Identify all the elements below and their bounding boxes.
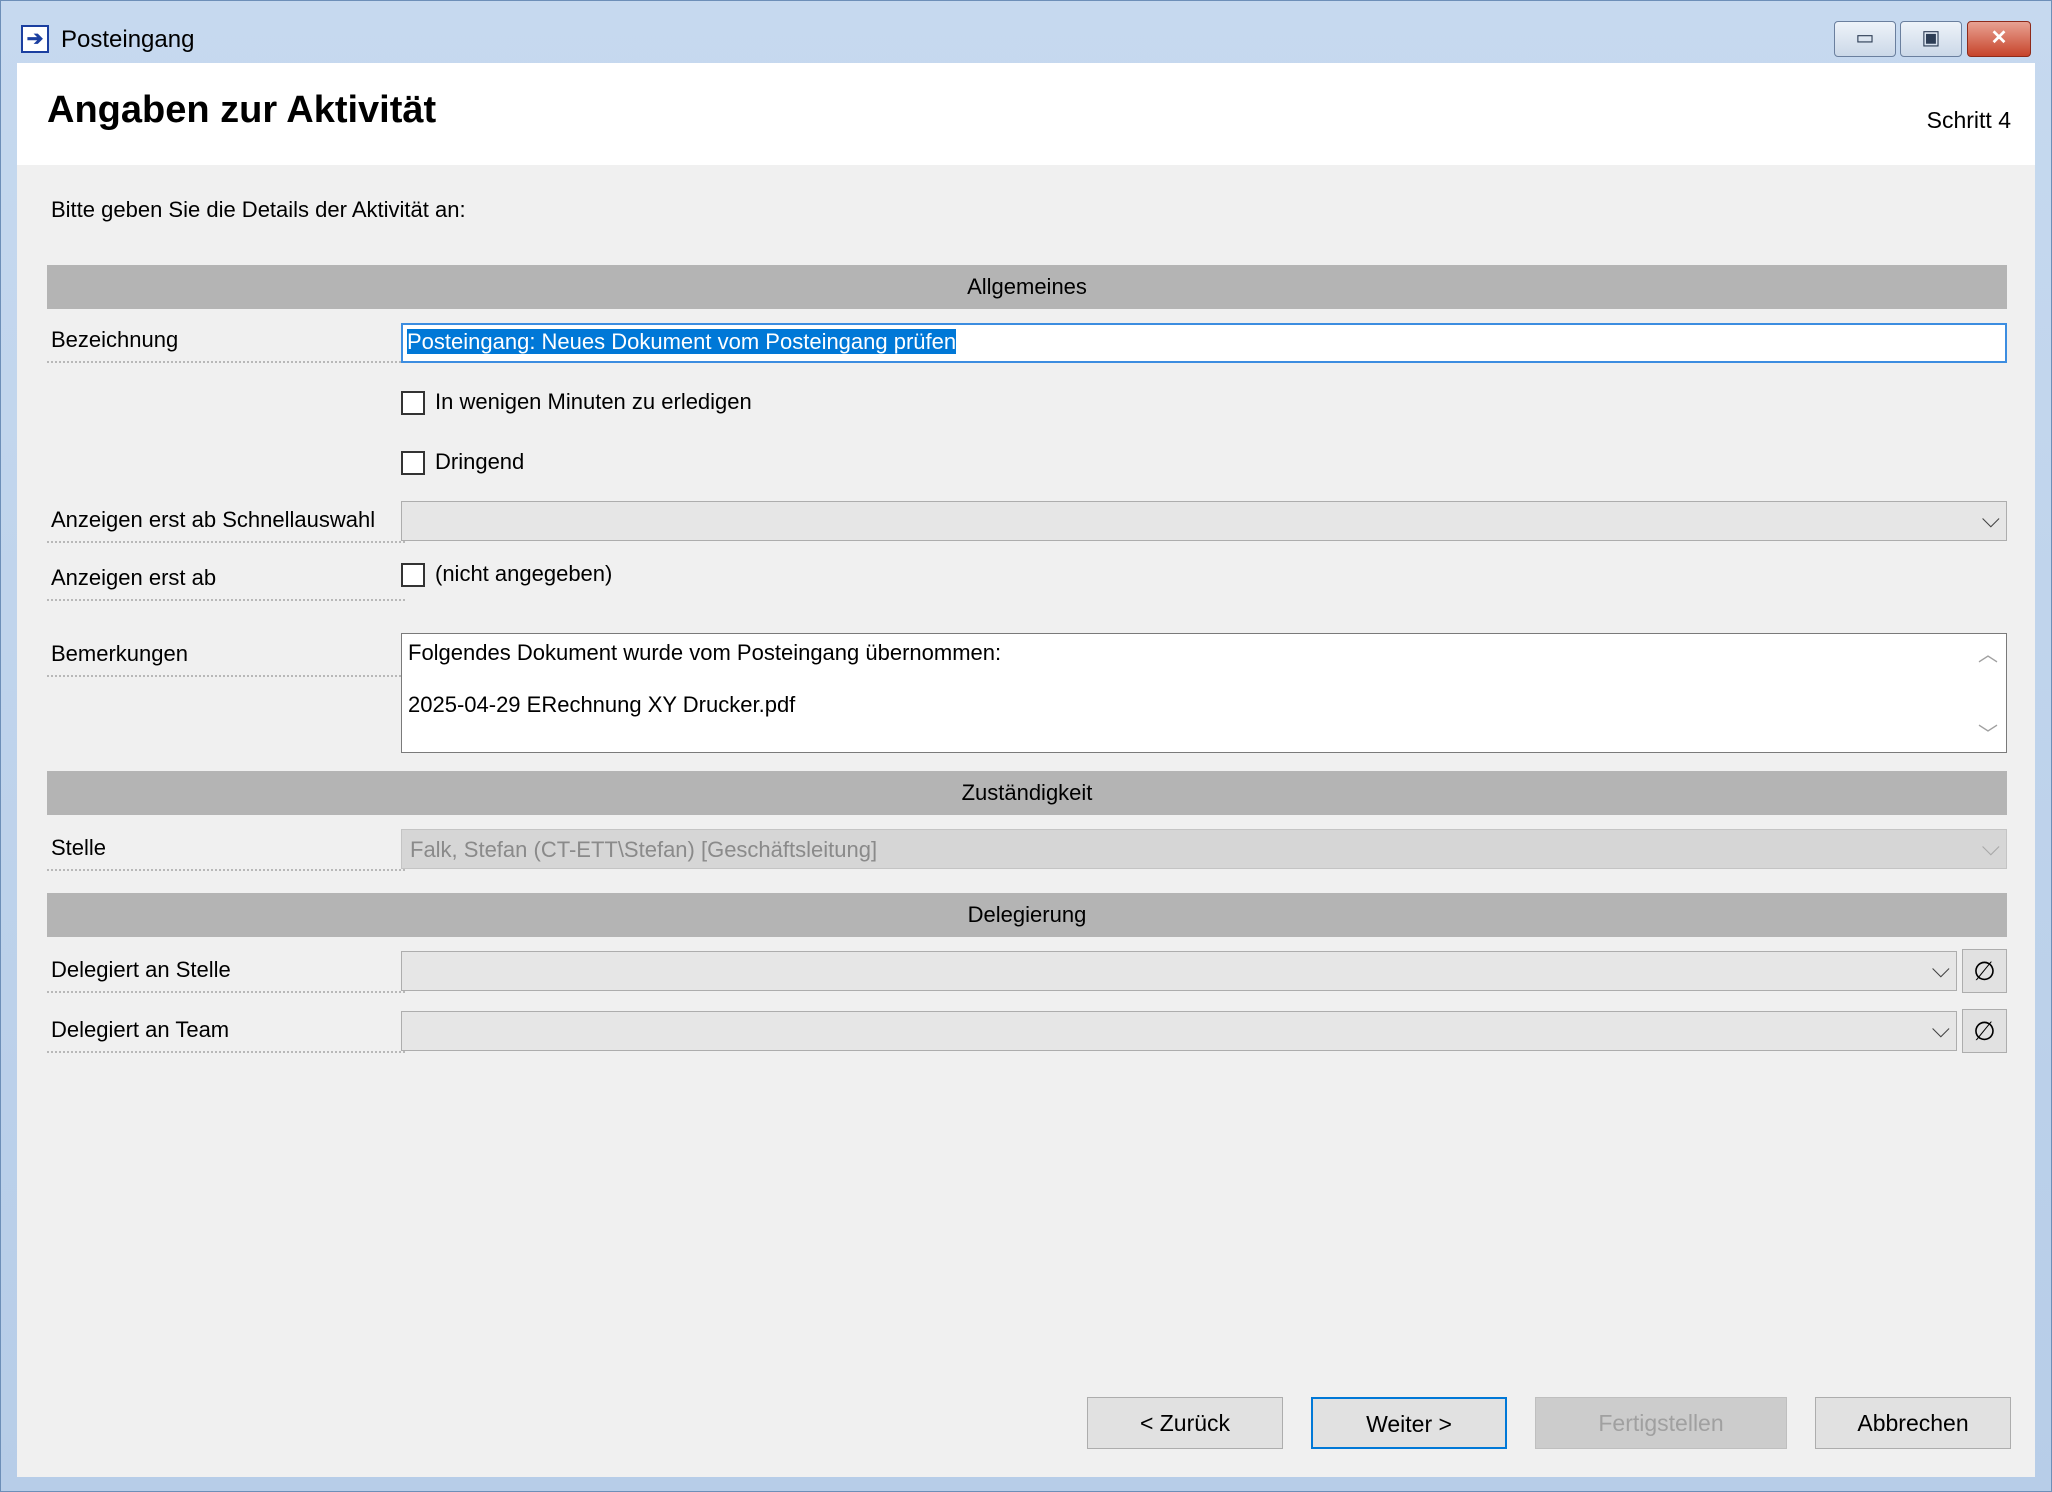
bezeichnung-input[interactable]: Posteingang: Neues Dokument vom Posteing… <box>401 323 2007 363</box>
clear-delegiert-team-button[interactable]: ∅ <box>1962 1009 2007 1053</box>
delegiert-team-dropdown[interactable]: ⌵ <box>401 1011 1957 1051</box>
anzeigen-ab-label: Anzeigen erst ab <box>47 565 405 601</box>
bemerkungen-textarea[interactable]: Folgendes Dokument wurde vom Posteingang… <box>401 633 2007 753</box>
schnellauswahl-dropdown[interactable]: ⌵ <box>401 501 2007 541</box>
delegiert-team-label: Delegiert an Team <box>47 1017 405 1053</box>
schnellauswahl-label: Anzeigen erst ab Schnellauswahl <box>47 507 405 543</box>
delegiert-stelle-dropdown[interactable]: ⌵ <box>401 951 1957 991</box>
section-header-zustaendigkeit: Zuständigkeit <box>47 771 2007 815</box>
chevron-down-icon: ⌵ <box>1931 956 1950 983</box>
page-title: Angaben zur Aktivität <box>47 89 437 131</box>
step-indicator: Schritt 4 <box>1926 107 2011 133</box>
bemerkungen-label: Bemerkungen <box>47 641 405 677</box>
scroll-up-icon[interactable]: ︿ <box>1978 638 1998 667</box>
close-button[interactable]: ✕ <box>1967 21 2031 57</box>
minimize-button[interactable]: ▭ <box>1834 21 1896 57</box>
section-header-allgemeines: Allgemeines <box>47 265 2007 309</box>
next-button[interactable]: Weiter > <box>1311 1397 1507 1449</box>
wizard-header: Angaben zur Aktivität Schritt 4 <box>17 63 2035 165</box>
anzeigen-ab-checkbox[interactable] <box>401 563 425 587</box>
clear-delegiert-stelle-button[interactable]: ∅ <box>1962 949 2007 993</box>
stelle-value: Falk, Stefan (CT-ETT\Stefan) [Geschäftsl… <box>410 837 878 862</box>
intro-text: Bitte geben Sie die Details der Aktivitä… <box>51 197 466 222</box>
minuten-checkbox-label[interactable]: In wenigen Minuten zu erledigen <box>435 389 752 415</box>
wizard-window: ➔ Posteingang ▭ ▣ ✕ Angaben zur Aktivitä… <box>0 0 2052 1492</box>
stelle-label: Stelle <box>47 835 405 871</box>
scroll-down-icon[interactable]: ﹀ <box>1978 718 1998 747</box>
chevron-down-icon: ⌵ <box>1981 834 2000 861</box>
chevron-down-icon: ⌵ <box>1931 1016 1950 1043</box>
section-header-delegierung: Delegierung <box>47 893 2007 937</box>
anzeigen-ab-checkbox-label[interactable]: (nicht angegeben) <box>435 561 612 587</box>
cancel-button[interactable]: Abbrechen <box>1815 1397 2011 1449</box>
title-bar[interactable]: ➔ Posteingang ▭ ▣ ✕ <box>1 1 2051 63</box>
minuten-checkbox[interactable] <box>401 391 425 415</box>
window-title: Posteingang <box>61 26 195 53</box>
clear-icon: ∅ <box>1973 1016 1996 1046</box>
back-button[interactable]: < Zurück <box>1087 1397 1283 1449</box>
chevron-down-icon: ⌵ <box>1981 506 2000 533</box>
finish-button[interactable]: Fertigstellen <box>1535 1397 1787 1449</box>
clear-icon: ∅ <box>1973 956 1996 986</box>
bemerkungen-line-2: 2025-04-29 ERechnung XY Drucker.pdf <box>408 692 796 717</box>
maximize-button[interactable]: ▣ <box>1900 21 1962 57</box>
bemerkungen-line-1: Folgendes Dokument wurde vom Posteingang… <box>408 640 1002 665</box>
dringend-checkbox-label[interactable]: Dringend <box>435 449 524 475</box>
stelle-dropdown: Falk, Stefan (CT-ETT\Stefan) [Geschäftsl… <box>401 829 2007 869</box>
dialog-client-area: Angaben zur Aktivität Schritt 4 Bitte ge… <box>17 63 2035 1477</box>
bezeichnung-value: Posteingang: Neues Dokument vom Posteing… <box>407 329 957 354</box>
delegiert-stelle-label: Delegiert an Stelle <box>47 957 405 993</box>
double-arrow-icon: ➔ <box>21 25 49 53</box>
dringend-checkbox[interactable] <box>401 451 425 475</box>
bezeichnung-label: Bezeichnung <box>47 327 405 363</box>
